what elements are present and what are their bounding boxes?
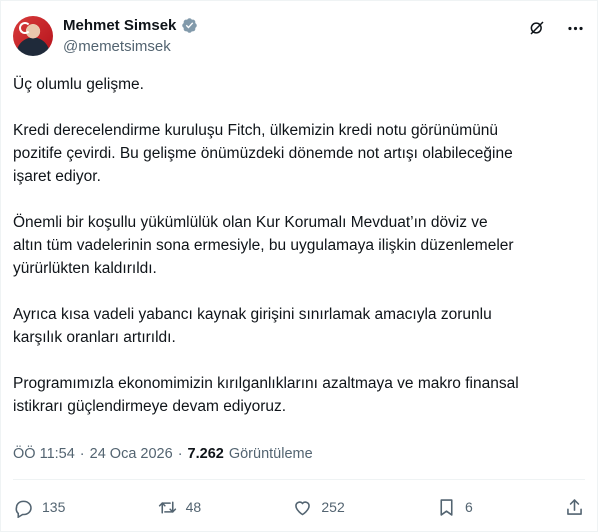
grok-icon[interactable] (527, 18, 547, 38)
tweet-date[interactable]: 24 Oca 2026 (90, 446, 173, 462)
repost-icon (158, 500, 176, 514)
tweet-paragraph: Programımızla ekonomimizin kırılganlıkla… (13, 375, 519, 415)
tweet-paragraph: Önemli bir koşullu yükümlülük olan Kur K… (13, 214, 514, 277)
tweet-paragraph: Ayrıca kısa vadeli yabancı kaynak girişi… (13, 306, 492, 346)
reply-count: 135 (42, 499, 66, 515)
like-button[interactable]: 252 (292, 497, 345, 518)
bookmark-icon (440, 498, 453, 516)
name-row: Mehmet Simsek (63, 17, 198, 34)
repost-count: 48 (185, 499, 202, 515)
share-icon (567, 498, 582, 515)
bookmark-button[interactable]: 6 (436, 497, 473, 518)
meta-separator: · (79, 446, 85, 462)
bookmark-count: 6 (464, 499, 473, 515)
divider (13, 479, 585, 480)
tweet-card: Mehmet Simsek @memetsimsek Üç olumlu gel… (0, 0, 598, 532)
avatar[interactable] (13, 16, 53, 56)
reply-icon (15, 500, 32, 518)
handle[interactable]: @memetsimsek (63, 38, 171, 55)
repost-button[interactable]: 48 (157, 497, 202, 518)
views-label: Görüntüleme (228, 446, 313, 462)
action-bar: 135 48 252 6 (13, 494, 585, 520)
like-count: 252 (321, 499, 345, 515)
tweet-time[interactable]: ÖÖ 11:54 (13, 446, 75, 462)
tweet-meta: ÖÖ 11:54 · 24 Oca 2026 · 7.262 Görüntüle… (13, 446, 313, 462)
more-icon[interactable] (565, 18, 585, 38)
heart-icon (295, 500, 311, 515)
tweet-paragraph: Kredi derecelendirme kuruluşu Fitch, ülk… (13, 122, 513, 185)
header-actions (527, 18, 585, 38)
reply-button[interactable]: 135 (13, 497, 65, 518)
views-count[interactable]: 7.262 (188, 446, 224, 462)
tweet-text: Üç olumlu gelişme. Kredi derecelendirme … (13, 73, 583, 441)
avatar-emblem (19, 22, 31, 34)
tweet-header: Mehmet Simsek @memetsimsek (13, 14, 585, 60)
meta-separator: · (177, 446, 183, 462)
tweet-paragraph: Üç olumlu gelişme. (13, 76, 144, 93)
display-name[interactable]: Mehmet Simsek (63, 17, 176, 34)
verified-badge-icon (181, 17, 198, 34)
share-button[interactable] (564, 497, 585, 518)
